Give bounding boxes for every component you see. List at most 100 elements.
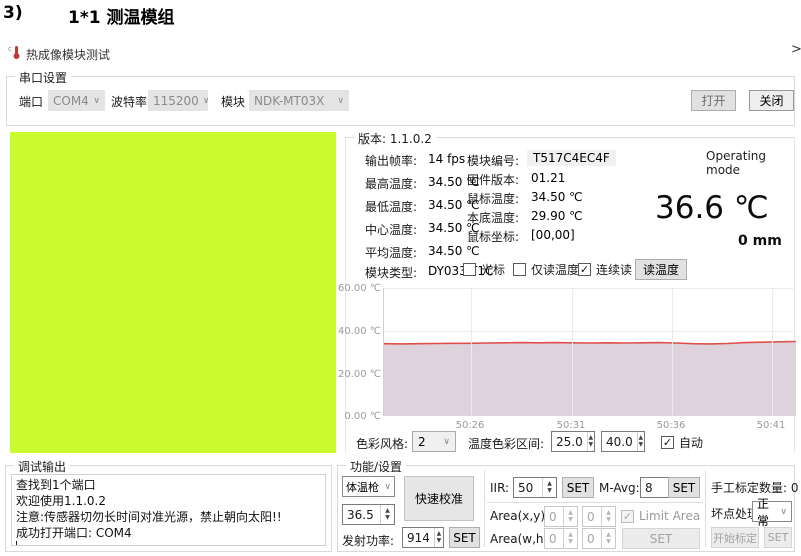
port-select[interactable]: COM4∨ — [48, 90, 105, 111]
spinner-arrows-icon[interactable]: ▲▼ — [563, 507, 577, 526]
log-line: 注意:传感器切勿长时间对准光源，禁止朝向太阳!! — [16, 509, 321, 525]
checkbox-label: 连续读 — [596, 261, 632, 278]
area-x-value: 0 — [545, 507, 563, 526]
calib-temp-spinner[interactable]: 36.5 ▲▼ — [342, 504, 395, 525]
stat-value: [00,00] — [531, 228, 575, 242]
baud-select[interactable]: 115200 ∨ — [148, 90, 208, 111]
measure-mode-select[interactable]: 体温枪 ∨ — [342, 476, 395, 497]
port-value: COM4 — [53, 94, 89, 108]
area-w-value: 0 — [545, 529, 563, 548]
area-y-spinner[interactable]: 0 ▲▼ — [582, 506, 616, 527]
chevron-down-icon: ∨ — [337, 96, 344, 106]
stat-label: 输出帧率: — [365, 152, 417, 169]
color-style-value: 2 — [418, 435, 426, 449]
read-temperature-button[interactable]: 读温度 — [635, 259, 687, 280]
text-caret — [16, 541, 17, 546]
mavg-set-button[interactable]: SET — [668, 477, 700, 498]
y-tick-label: 20.00 ℃ — [338, 369, 381, 380]
baud-value: 115200 — [153, 94, 199, 108]
x-tick-label: 50:36 — [657, 420, 686, 431]
gridline — [672, 288, 673, 415]
calibration-set-button[interactable]: SET — [764, 527, 792, 548]
y-tick-label: 40.00 ℃ — [338, 326, 381, 337]
mavg-value: 8 — [641, 478, 669, 497]
chevron-down-icon: ∨ — [384, 482, 391, 492]
divider — [487, 502, 703, 503]
collapse-chevron-icon[interactable]: > — [791, 42, 801, 57]
thermal-image-display[interactable] — [10, 132, 336, 453]
quick-calibrate-button[interactable]: 快速校准 — [404, 476, 474, 521]
color-style-select[interactable]: 2∨ — [412, 431, 456, 452]
spinner-arrows-icon[interactable]: ▲▼ — [601, 529, 615, 548]
read-only-temp-checkbox[interactable]: ✓ 仅读温度 — [513, 261, 579, 278]
stat-label: 中心温度: — [365, 221, 417, 238]
debug-log-box[interactable]: 查找到1个端口 欢迎使用1.1.0.2 注意:传感器切勿长时间对准光源，禁止朝向… — [11, 474, 326, 546]
area-set-button[interactable]: SET — [622, 528, 700, 549]
app-window: 3) 1*1 测温模组 c 热成像模块测试 > 串口设置 端口 COM4∨ 波特… — [0, 0, 801, 556]
divider — [705, 470, 706, 547]
checkbox-label: Limit Area — [639, 509, 700, 523]
area-xy-label: Area(x,y): — [490, 509, 549, 523]
area-h-value: 0 — [583, 529, 601, 548]
stat-value: 34.50 ℃ — [428, 244, 480, 258]
spinner-arrows-icon[interactable]: ▲▼ — [434, 528, 443, 547]
chevron-down-icon: ∨ — [780, 507, 787, 517]
spinner-arrows-icon[interactable]: ▲▼ — [563, 529, 577, 548]
close-port-button[interactable]: 关闭 — [749, 90, 794, 111]
spinner-arrows-icon[interactable]: ▲▼ — [637, 432, 644, 451]
main-temperature-readout: 36.6 ℃ — [655, 190, 769, 226]
limit-area-checkbox[interactable]: ✓ Limit Area — [621, 509, 700, 523]
area-w-spinner[interactable]: 0 ▲▼ — [544, 528, 578, 549]
x-tick-label: 50:31 — [557, 420, 586, 431]
gridline — [572, 288, 573, 415]
chevron-down-icon: ∨ — [443, 437, 450, 447]
area-h-spinner[interactable]: 0 ▲▼ — [582, 528, 616, 549]
tx-power-label: 发射功率: — [342, 532, 394, 549]
measure-mode-value: 体温枪 — [346, 479, 379, 495]
spinner-arrows-icon[interactable]: ▲▼ — [542, 478, 556, 497]
thermometer-icon: c — [8, 44, 22, 60]
range-min-spinner[interactable]: 25.0 ▲▼ — [551, 431, 595, 452]
checkbox-icon: ✓ — [578, 263, 591, 276]
iir-set-button[interactable]: SET — [562, 477, 594, 498]
spinner-arrows-icon[interactable]: ▲▼ — [587, 432, 594, 451]
port-label: 端口 — [19, 93, 43, 110]
start-calibration-button[interactable]: 开始标定 — [711, 527, 759, 548]
temperature-chart: 60.00 ℃ 40.00 ℃ 20.00 ℃ 0.00 ℃ 50:26 50:… — [345, 283, 797, 435]
iir-spinner[interactable]: 50 ▲▼ — [513, 477, 557, 498]
stat-label: 本底温度: — [467, 209, 519, 226]
range-max-value: 40.0 — [602, 432, 637, 451]
temp-range-label: 温度色彩区间: — [468, 435, 544, 452]
checkbox-icon: ✓ — [513, 263, 526, 276]
range-max-spinner[interactable]: 40.0 ▲▼ — [601, 431, 645, 452]
window-title: 热成像模块测试 — [26, 46, 110, 63]
divider — [484, 470, 485, 547]
page-title: 1*1 测温模组 — [68, 3, 174, 28]
chevron-down-icon: ∨ — [203, 96, 210, 106]
stat-value: 01.21 — [531, 171, 565, 185]
module-serial-value: T517C4EC4F — [527, 150, 616, 166]
log-line: 查找到1个端口 — [16, 477, 321, 493]
auto-range-checkbox[interactable]: ✓ 自动 — [661, 434, 703, 451]
spinner-arrows-icon[interactable]: ▲▼ — [601, 507, 615, 526]
iir-label: IIR: — [490, 481, 509, 495]
tx-power-set-button[interactable]: SET — [449, 527, 480, 548]
area-wh-label: Area(w,h): — [490, 532, 552, 546]
version-group-title: 版本: 1.1.0.2 — [354, 130, 436, 147]
cursor-checkbox[interactable]: ✓ 光标 — [463, 261, 505, 278]
spinner-arrows-icon[interactable]: ▲▼ — [380, 505, 394, 524]
continuous-read-checkbox[interactable]: ✓ 连续读 — [578, 261, 632, 278]
stat-value: 14 fps — [428, 152, 465, 166]
stat-label: 模块类型: — [365, 264, 417, 281]
serial-group-title: 串口设置 — [15, 69, 71, 86]
log-line: 欢迎使用1.1.0.2 — [16, 493, 321, 509]
log-line: 成功打开端口: COM4 — [16, 525, 321, 541]
area-x-spinner[interactable]: 0 ▲▼ — [544, 506, 578, 527]
badpixel-select[interactable]: 正常∨ — [752, 501, 792, 522]
checkbox-icon: ✓ — [661, 436, 674, 449]
tx-power-spinner[interactable]: 914 ▲▼ — [402, 527, 444, 548]
module-label: 模块 — [221, 93, 245, 110]
open-port-button[interactable]: 打开 — [691, 90, 736, 111]
y-tick-label: 60.00 ℃ — [338, 283, 381, 294]
module-select[interactable]: NDK-MT03X∨ — [249, 90, 349, 111]
